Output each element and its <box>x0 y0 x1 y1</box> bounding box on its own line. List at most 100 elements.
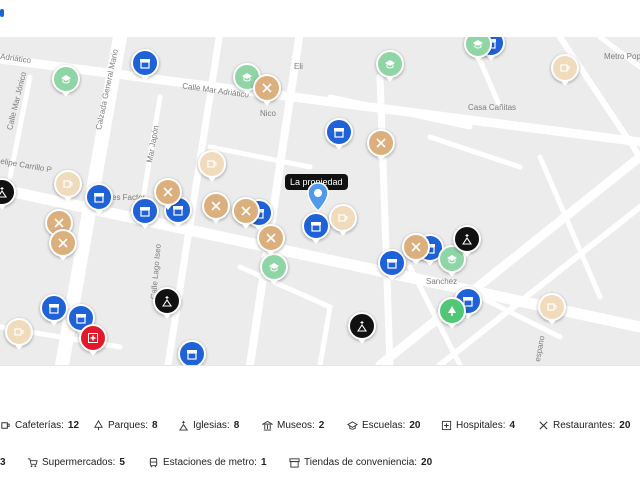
legend-count: 2 <box>318 420 325 431</box>
church-pin[interactable] <box>348 312 376 340</box>
legend-count: 4 <box>509 420 516 431</box>
cup-icon <box>547 303 557 311</box>
store-icon <box>94 193 104 203</box>
legend-divider <box>0 365 640 366</box>
cafe-pin[interactable] <box>54 170 82 198</box>
top-accent-mark <box>0 9 4 17</box>
school-icon <box>269 263 279 272</box>
church-icon <box>0 187 8 198</box>
cart-icon <box>27 458 38 468</box>
legend-item-truncated: 3 <box>0 457 6 468</box>
church-pin[interactable] <box>153 287 181 315</box>
property-location-icon[interactable] <box>307 182 329 212</box>
cup-icon <box>560 64 570 72</box>
legend-item-cafeterias: Cafeterías: 12 <box>0 420 79 431</box>
hospital-pin[interactable] <box>79 324 107 352</box>
store-icon <box>311 222 321 232</box>
store-icon <box>387 259 397 269</box>
legend-label: Restaurantes: <box>553 420 616 431</box>
top-bar <box>0 0 640 37</box>
cafe-pin[interactable] <box>198 150 226 178</box>
street-label-nico: Nico <box>260 109 277 118</box>
tree-icon <box>448 306 456 316</box>
legend-count: 20 <box>619 420 631 431</box>
convenience-store-pin[interactable] <box>85 183 113 211</box>
utensils-icon <box>58 238 68 248</box>
park-pin[interactable] <box>438 297 466 325</box>
cup-icon <box>14 328 24 336</box>
street-label-metro-pop: Metro Pop <box>604 52 640 61</box>
legend-item-metro: Estaciones de metro: 1 <box>148 457 267 468</box>
school-pin[interactable] <box>260 253 288 281</box>
church-icon <box>178 420 189 431</box>
convenience-store-pin[interactable] <box>325 118 353 146</box>
restaurant-pin[interactable] <box>257 224 285 252</box>
restaurant-pin[interactable] <box>154 178 182 206</box>
church-pin[interactable] <box>453 225 481 253</box>
church-icon <box>461 234 473 245</box>
museum-icon <box>262 420 273 431</box>
cafe-pin[interactable] <box>538 293 566 321</box>
legend-item-conveniencia: Tiendas de conveniencia: 20 <box>289 457 432 468</box>
convenience-store-pin[interactable] <box>131 49 159 77</box>
legend-label: Tiendas de conveniencia: <box>304 457 418 468</box>
cafe-pin[interactable] <box>551 54 579 82</box>
utensils-icon <box>376 138 386 148</box>
school-icon <box>61 75 71 84</box>
restaurant-pin[interactable] <box>367 129 395 157</box>
cafe-pin[interactable] <box>329 204 357 232</box>
cafe-pin[interactable] <box>5 318 33 346</box>
legend-count: 8 <box>152 420 158 431</box>
legend-label: Escuelas: <box>362 420 406 431</box>
legend-item-iglesias: Iglesias: 8 <box>178 420 239 431</box>
utensils-icon <box>539 421 548 430</box>
legend-item-supermercados: Supermercados: 5 <box>27 457 125 468</box>
convenience-store-pin[interactable] <box>178 340 206 365</box>
legend-count: 3 <box>0 457 6 468</box>
store-icon <box>49 304 59 314</box>
church-icon <box>161 296 173 307</box>
school-pin[interactable] <box>376 50 404 78</box>
restaurant-pin[interactable] <box>253 74 281 102</box>
utensils-icon <box>241 206 251 216</box>
legend-label: Supermercados: <box>42 457 116 468</box>
restaurant-pin[interactable] <box>202 192 230 220</box>
legend-label: Hospitales: <box>456 420 506 431</box>
legend-item-hospitales: Hospitales: 4 <box>441 420 515 431</box>
school-pin[interactable] <box>52 65 80 93</box>
legend-count: 8 <box>233 420 240 431</box>
utensils-icon <box>411 242 421 252</box>
convenience-store-pin[interactable] <box>131 197 159 225</box>
utensils-icon <box>163 187 173 197</box>
utensils-icon <box>54 218 64 228</box>
cup-icon <box>1 422 10 429</box>
legend-label: Estaciones de metro: <box>163 457 257 468</box>
legend-count: 20 <box>421 457 433 468</box>
school-icon <box>385 60 395 69</box>
restaurant-pin[interactable] <box>49 229 77 257</box>
legend-label: Parques: <box>108 420 149 431</box>
neighborhood-map[interactable]: Calle Mar Adriático Adriático Calle Mar … <box>0 37 640 365</box>
tree-icon <box>94 420 103 431</box>
store-icon <box>289 458 300 468</box>
convenience-store-pin[interactable] <box>302 212 330 240</box>
school-icon <box>347 421 358 430</box>
legend-label: Cafeterías: <box>15 420 64 431</box>
utensils-icon <box>266 233 276 243</box>
amenities-legend: Cafeterías: 12 Parques: 8 Iglesias: 8 Mu… <box>0 365 640 480</box>
street-label-sanchez: Sanchez <box>426 277 458 286</box>
store-icon <box>187 350 197 360</box>
convenience-store-pin[interactable] <box>40 294 68 322</box>
restaurant-pin[interactable] <box>402 233 430 261</box>
legend-count: 20 <box>409 420 421 431</box>
school-icon <box>242 73 252 82</box>
cup-icon <box>63 180 73 188</box>
restaurant-pin[interactable] <box>232 197 260 225</box>
store-icon <box>173 206 183 216</box>
convenience-store-pin[interactable] <box>378 249 406 277</box>
hospital-icon <box>88 333 98 343</box>
school-icon <box>473 40 483 49</box>
legend-count: 12 <box>67 420 80 431</box>
legend-count: 1 <box>260 457 267 468</box>
store-icon <box>140 59 150 69</box>
